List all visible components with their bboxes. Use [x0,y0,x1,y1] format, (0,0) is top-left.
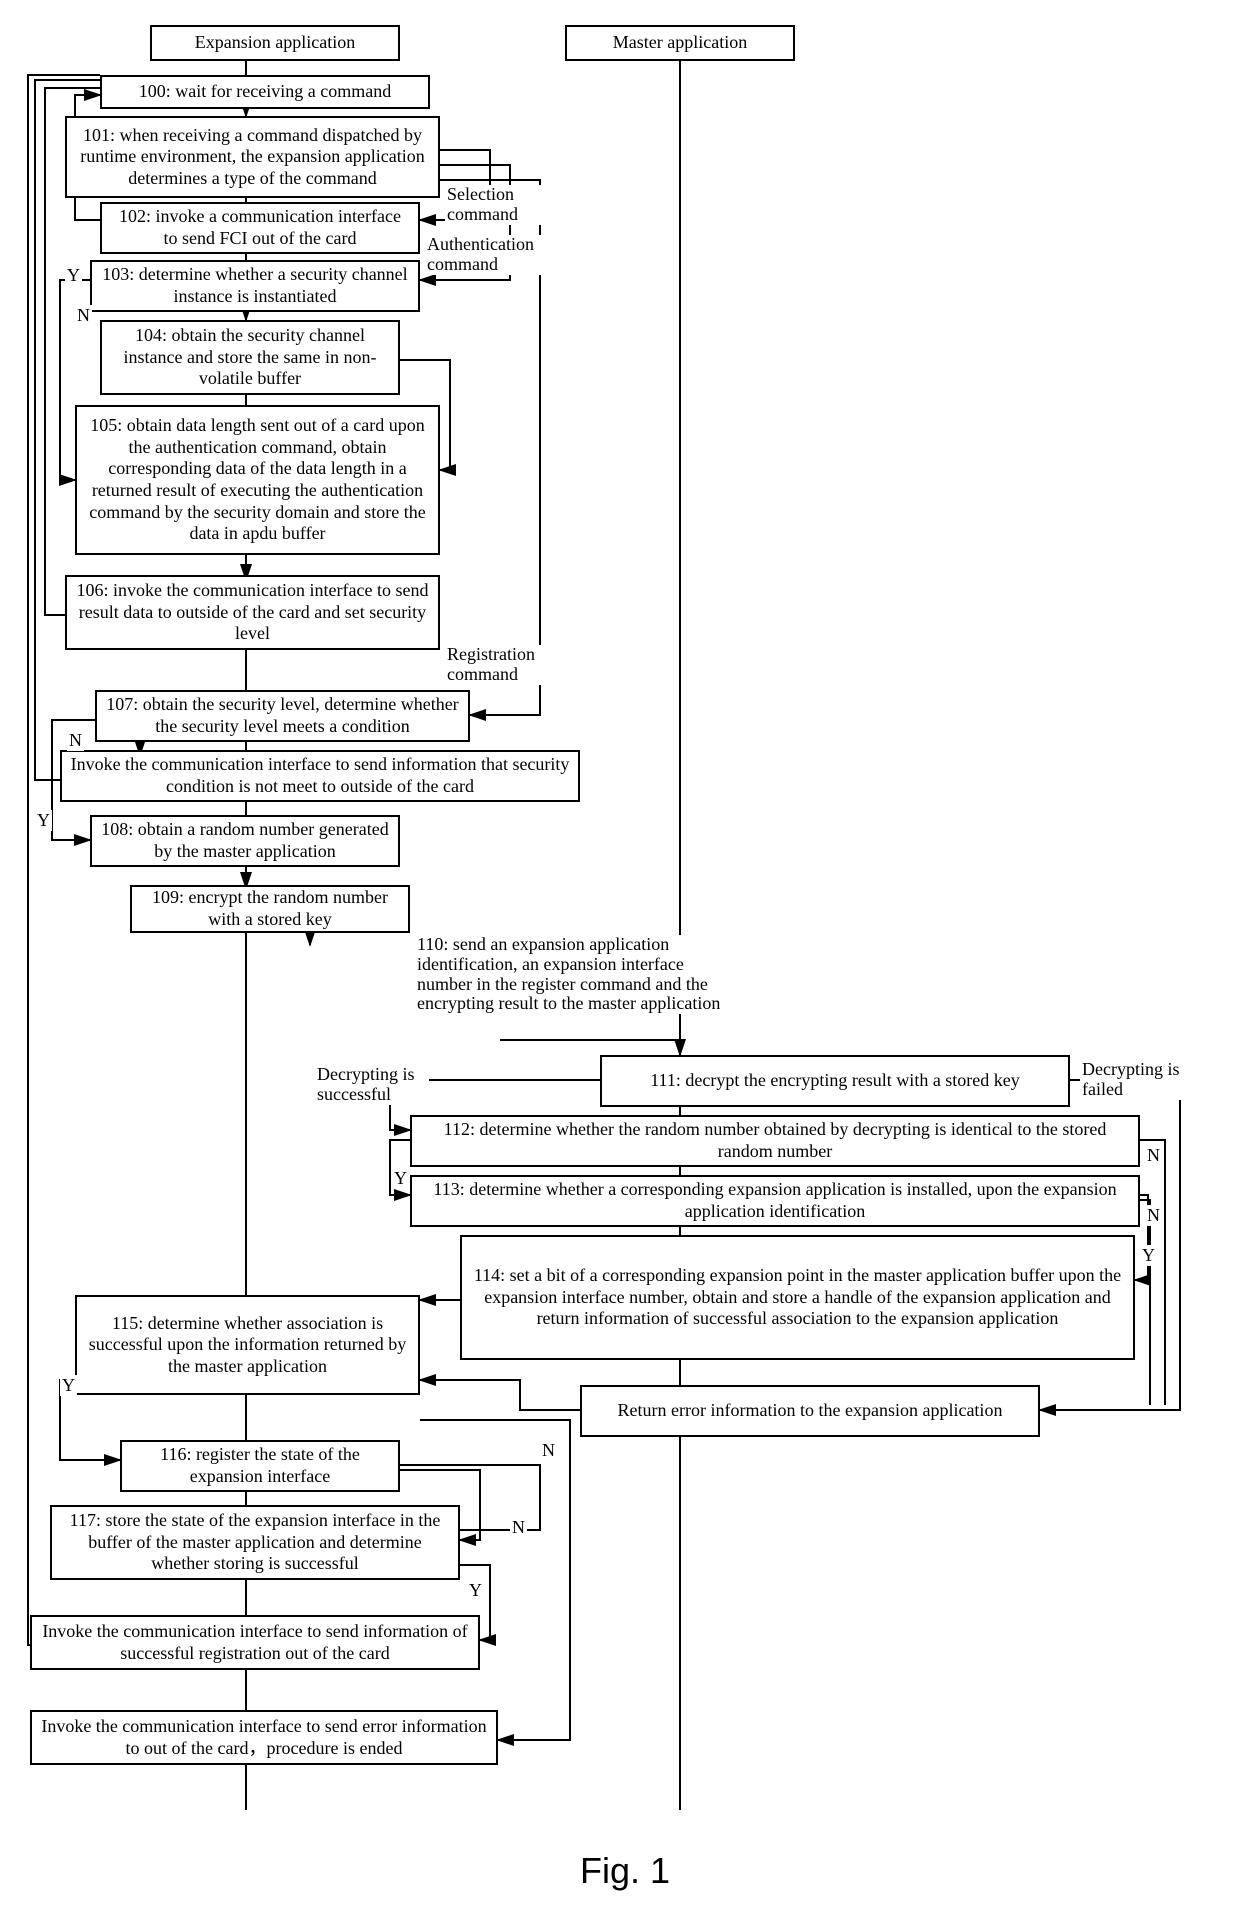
yn-117-n: N [510,1517,527,1538]
step-107: 107: obtain the security level, determin… [95,690,470,742]
yn-107-y: Y [35,810,52,831]
step-117: 117: store the state of the expansion in… [50,1505,460,1580]
step-113-text: 113: determine whether a corresponding e… [420,1179,1130,1222]
yn-115-y: Y [60,1375,77,1396]
yn-103-n: N [75,305,92,326]
step-111: 111: decrypt the encrypting result with … [600,1055,1070,1107]
flowchart-canvas: Expansion application Master application… [20,20,1220,1908]
step-107-fail: Invoke the communication interface to se… [60,750,580,802]
step-101: 101: when receiving a command dispatched… [65,116,440,198]
return-error-text: Return error information to the expansio… [618,1400,1003,1422]
step-105-text: 105: obtain data length sent out of a ca… [85,415,430,545]
header-master: Master application [565,25,795,61]
step-115: 115: determine whether association is su… [75,1295,420,1395]
yn-113-n: N [1145,1205,1162,1226]
label-decrypt-fail: Decrypting is failed [1080,1060,1184,1100]
label-decrypt-ok: Decrypting is successful [315,1065,429,1105]
label-decrypt-fail-text: Decrypting is failed [1082,1059,1179,1099]
send-success: Invoke the communication interface to se… [30,1615,480,1670]
header-expansion-text: Expansion application [195,32,355,54]
figure-caption: Fig. 1 [580,1850,670,1892]
step-108: 108: obtain a random number generated by… [90,815,400,867]
step-100: 100: wait for receiving a command [100,75,430,109]
step-107-fail-text: Invoke the communication interface to se… [70,754,570,797]
step-110: 110: send an expansion application ident… [415,935,739,1014]
step-101-text: 101: when receiving a command dispatched… [75,125,430,190]
step-114: 114: set a bit of a corresponding expans… [460,1235,1135,1360]
yn-112-y: Y [392,1168,409,1189]
step-107-text: 107: obtain the security level, determin… [105,694,460,737]
step-106-text: 106: invoke the communication interface … [75,580,430,645]
step-102-text: 102: invoke a communication interface to… [110,206,410,249]
step-110-text: 110: send an expansion application ident… [417,934,720,1013]
label-decrypt-ok-text: Decrypting is successful [317,1064,414,1104]
step-104: 104: obtain the security channel instanc… [100,320,400,395]
yn-113-y: Y [1140,1245,1157,1266]
label-auth-cmd-text: Authentication command [427,234,534,274]
send-error: Invoke the communication interface to se… [30,1710,498,1765]
label-selection-cmd: Selection command [445,185,544,225]
yn-112-n: N [1145,1145,1162,1166]
step-109-text: 109: encrypt the random number with a st… [140,887,400,930]
step-106: 106: invoke the communication interface … [65,575,440,650]
step-117-text: 117: store the state of the expansion in… [60,1510,450,1575]
step-111-text: 111: decrypt the encrypting result with … [650,1070,1020,1092]
step-114-text: 114: set a bit of a corresponding expans… [470,1265,1125,1330]
step-102: 102: invoke a communication interface to… [100,202,420,254]
label-selection-cmd-text: Selection command [447,184,518,224]
step-108-text: 108: obtain a random number generated by… [100,819,390,862]
step-103-text: 103: determine whether a security channe… [100,264,410,307]
label-reg-cmd: Registration command [445,645,564,685]
step-116: 116: register the state of the expansion… [120,1440,400,1492]
step-105: 105: obtain data length sent out of a ca… [75,405,440,555]
yn-107-n: N [67,730,84,751]
step-115-text: 115: determine whether association is su… [85,1313,410,1378]
figure-caption-text: Fig. 1 [580,1850,670,1891]
step-113: 113: determine whether a corresponding e… [410,1175,1140,1227]
step-104-text: 104: obtain the security channel instanc… [110,325,390,390]
header-expansion: Expansion application [150,25,400,61]
label-reg-cmd-text: Registration command [447,644,535,684]
yn-115-n: N [540,1440,557,1461]
step-116-text: 116: register the state of the expansion… [130,1444,390,1487]
step-112-text: 112: determine whether the random number… [420,1119,1130,1162]
header-master-text: Master application [613,32,747,54]
send-error-text: Invoke the communication interface to se… [40,1716,488,1759]
label-auth-cmd: Authentication command [425,235,564,275]
step-103: 103: determine whether a security channe… [90,260,420,312]
return-error: Return error information to the expansio… [580,1385,1040,1437]
step-112: 112: determine whether the random number… [410,1115,1140,1167]
send-success-text: Invoke the communication interface to se… [40,1621,470,1664]
step-100-text: 100: wait for receiving a command [139,81,391,103]
step-109: 109: encrypt the random number with a st… [130,885,410,933]
yn-117-y: Y [467,1580,484,1601]
yn-103-y: Y [65,265,82,286]
